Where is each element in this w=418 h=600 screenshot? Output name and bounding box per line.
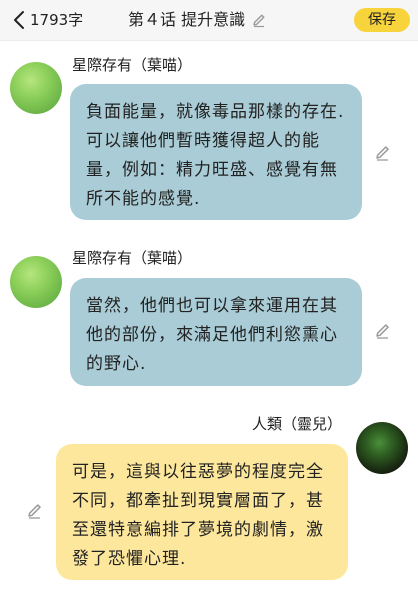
pencil-icon[interactable] bbox=[374, 322, 392, 340]
message-bubble[interactable]: 負面能量，就像毒品那樣的存在. 可以讓他們暫時獲得超人的能量，例如：精力旺盛、感… bbox=[70, 84, 362, 220]
pencil-icon[interactable] bbox=[251, 12, 267, 28]
character-count: 1793字 bbox=[30, 11, 84, 29]
message-text: 當然，他們也可以拿來運用在其他的部份，來滿足他們利慾熏心的野心. bbox=[86, 296, 338, 374]
message-bubble[interactable]: 當然，他們也可以拿來運用在其他的部份，來滿足他們利慾熏心的野心. bbox=[70, 278, 362, 386]
chevron-left-icon[interactable] bbox=[12, 10, 26, 30]
pencil-icon[interactable] bbox=[26, 502, 44, 520]
sender-name: 人類（靈兒） bbox=[252, 415, 343, 433]
save-button[interactable]: 保存 bbox=[354, 8, 410, 32]
top-bar: 1793字 第４话 提升意識 保存 bbox=[0, 0, 418, 41]
sender-name: 星際存有（葉喵） bbox=[72, 249, 193, 267]
pencil-icon[interactable] bbox=[374, 144, 392, 162]
message-text: 負面能量，就像毒品那樣的存在. 可以讓他們暫時獲得超人的能量，例如：精力旺盛、感… bbox=[86, 102, 345, 209]
avatar[interactable] bbox=[10, 256, 62, 308]
avatar[interactable] bbox=[10, 62, 62, 114]
avatar[interactable] bbox=[356, 422, 408, 474]
message-bubble[interactable]: 可是，這與以往惡夢的程度完全不同，都牽扯到現實層面了，甚至還特意編排了夢境的劇情… bbox=[56, 444, 348, 580]
sender-name: 星際存有（葉喵） bbox=[72, 56, 193, 74]
message-text: 可是，這與以往惡夢的程度完全不同，都牽扯到現實層面了，甚至還特意編排了夢境的劇情… bbox=[72, 462, 324, 569]
page-title: 第４话 提升意識 bbox=[128, 10, 246, 29]
title-area[interactable]: 第４话 提升意識 bbox=[128, 9, 267, 31]
